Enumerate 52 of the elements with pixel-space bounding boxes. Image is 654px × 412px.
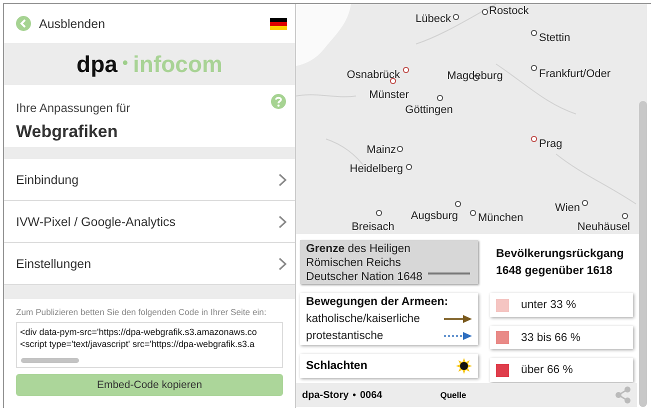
city-label: Augsburg (410, 210, 458, 222)
share-icon[interactable] (615, 386, 631, 404)
logo-text: dpa (76, 50, 118, 78)
border-line-icon (428, 272, 470, 275)
border-legend-text: Grenze des Heiligen Römischen Reichs Deutscher Nation 1648 (306, 242, 424, 284)
section-title: Webgrafiken (16, 122, 119, 142)
legend-label: 33 bis 66 % (521, 332, 581, 344)
city-label: Rostock (489, 5, 529, 17)
story-number: 0064 (360, 390, 382, 400)
city-label: Magdeburg (447, 70, 503, 82)
city-label: Mainz (366, 144, 396, 156)
city-label: Osnabrück (346, 69, 400, 81)
legend-heading: Bewegungen der Armeen: (306, 296, 450, 308)
chevron-right-icon (278, 256, 287, 270)
scrollbar-thumb[interactable] (639, 101, 647, 407)
legend-label: katholische/kaiserliche (306, 313, 420, 325)
legend-label: Schlachten (306, 360, 368, 372)
legend-label: unter 33 % (521, 299, 576, 311)
city-label: Wien (554, 202, 580, 214)
city-label: Göttingen (405, 104, 453, 116)
copy-embed-code-button[interactable]: Embed-Code kopieren (16, 374, 283, 396)
city-label: München (478, 212, 524, 224)
menu-item[interactable]: Einbindung (4, 159, 295, 201)
help-icon[interactable] (271, 94, 286, 109)
chevron-right-icon (278, 172, 287, 186)
city-label: Neuhäusel (577, 221, 630, 233)
story-label: dpa-Story (302, 390, 349, 400)
city-label: Frankfurt/Oder (539, 68, 611, 80)
city-label: Münster (369, 89, 409, 101)
city-label: Lübeck (416, 13, 451, 25)
source-link[interactable]: Quelle (440, 390, 466, 400)
logo-text: infocom (133, 50, 222, 78)
back-chevron-icon (16, 16, 31, 31)
city-label: Stettin (539, 32, 570, 44)
legend-heading: Bevölkerungsrückgang 1648 gegenüber 1618 (495, 247, 625, 279)
logo-dot: • (122, 55, 128, 73)
menu-item[interactable]: IVW-Pixel / Google-Analytics (4, 201, 295, 243)
hide-panel-link[interactable]: Ausblenden (16, 16, 106, 31)
section-subtitle: Ihre Anpassungen für (16, 101, 130, 115)
city-label: Breisach (352, 221, 394, 233)
chevron-right-icon (278, 214, 287, 228)
explosion-icon (456, 358, 472, 374)
legend-label: protestantische (306, 330, 384, 342)
legend-label: über 66 % (521, 364, 573, 376)
menu-item[interactable]: Einstellungen (4, 243, 295, 285)
german-flag-icon (270, 18, 287, 30)
embed-hint: Zum Publizieren betten Sie den folgenden Code in Ihrer Seite ein: (16, 307, 268, 317)
city-label: Heidelberg (350, 163, 403, 175)
story-separator: • (352, 390, 356, 400)
scrollbar-thumb[interactable] (21, 358, 79, 363)
city-label: Prag (539, 138, 562, 150)
code-field[interactable]: <div data-pym-src='https://dpa-webgrafik.s3.amazonaws.co <script type='text/javascript' src='https://dpa-webgrafik.s3.a (16, 322, 283, 368)
